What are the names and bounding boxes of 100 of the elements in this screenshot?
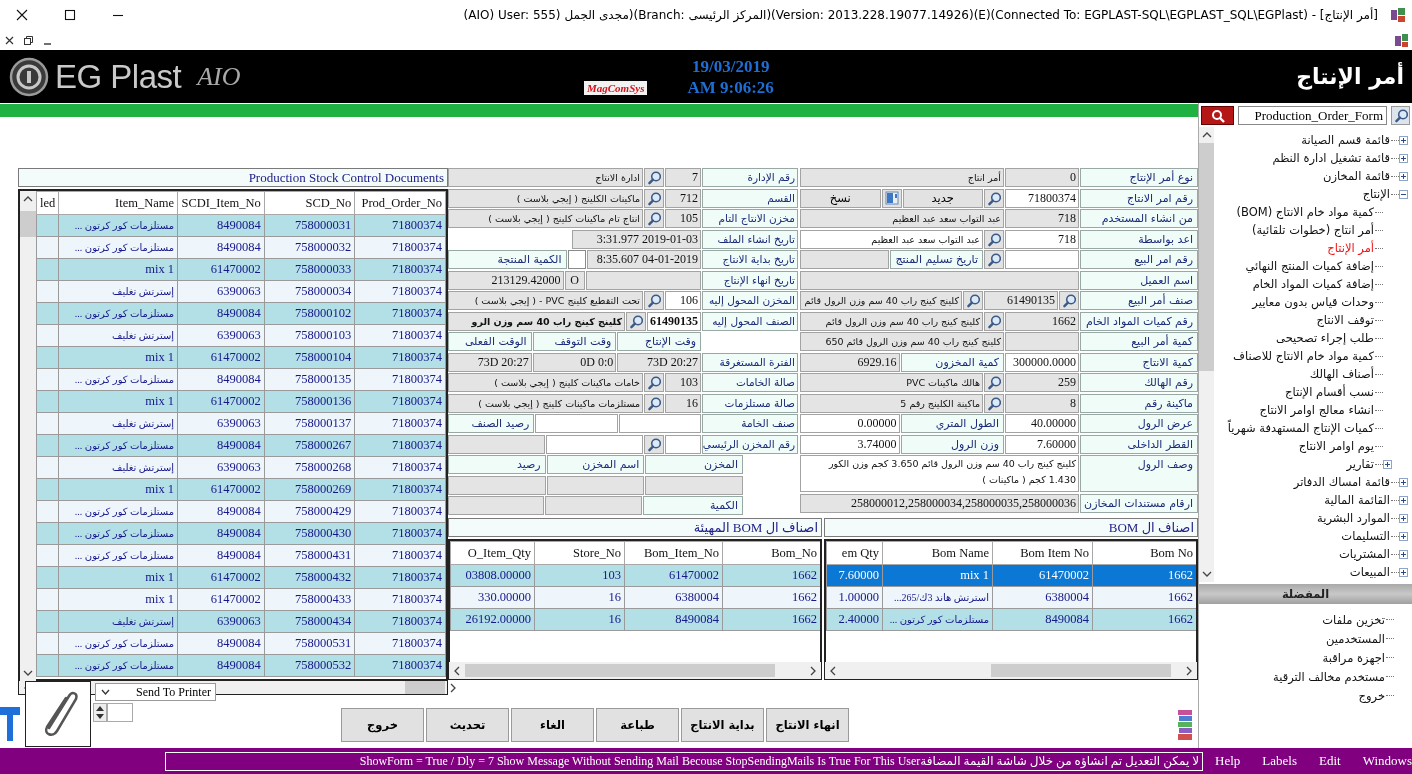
scroll-thumb[interactable]	[20, 211, 36, 237]
column-header[interactable]: O_Item_Qty	[450, 541, 535, 565]
expand-icon[interactable]	[1399, 513, 1408, 523]
scroll-right-icon[interactable]	[1185, 665, 1193, 676]
table-cell[interactable]: 8490084	[624, 608, 723, 631]
attachment-box[interactable]	[25, 681, 91, 747]
search-button[interactable]	[644, 209, 664, 228]
scroll-thumb[interactable]	[1199, 143, 1214, 371]
scroll-thumb[interactable]	[991, 664, 1171, 677]
input-field[interactable]	[618, 414, 701, 433]
scroll-left-icon[interactable]	[453, 665, 461, 676]
expand-icon[interactable]	[1399, 477, 1408, 487]
printer-dropdown[interactable]: Send To Printer	[95, 683, 216, 701]
search-button[interactable]	[1059, 291, 1079, 310]
column-header[interactable]: Item_Name	[58, 191, 178, 215]
search-button[interactable]	[644, 188, 664, 208]
close-icon[interactable]	[5, 35, 14, 45]
tree-item[interactable]: المشتريات	[1339, 547, 1391, 561]
form-button[interactable]: نسخ	[800, 188, 881, 208]
tree-item[interactable]: تقارير	[1346, 457, 1375, 471]
tree-item[interactable]: كمية مواد خام الانتاج للاصناف	[1233, 349, 1375, 363]
table-cell[interactable]: استرتش هاند 3ك/265...	[882, 586, 993, 609]
search-button[interactable]	[644, 291, 664, 310]
search-button[interactable]	[984, 393, 1004, 413]
tree-item[interactable]: أمر الإنتاج	[1327, 241, 1375, 255]
scroll-right-icon[interactable]	[809, 665, 817, 676]
column-header[interactable]: SCDI_Item_No	[177, 191, 265, 215]
search-button[interactable]	[1201, 106, 1234, 125]
scroll-down-icon[interactable]	[1201, 570, 1212, 578]
scroll-left-icon[interactable]	[829, 665, 837, 676]
scroll-up-icon[interactable]	[23, 195, 33, 203]
table-cell[interactable]: 6380004	[624, 586, 723, 609]
input-field[interactable]	[665, 434, 701, 454]
favorite-item[interactable]: اجهزة مراقبة	[1322, 650, 1386, 665]
column-header[interactable]: Bom No	[1092, 541, 1196, 565]
favorite-item[interactable]: المستخدمين	[1326, 631, 1386, 646]
table-cell[interactable]: 2.40000	[826, 608, 883, 631]
scrollbar[interactable]	[824, 662, 1198, 680]
table-cell[interactable]: 1662	[722, 564, 820, 587]
search-button[interactable]	[644, 373, 664, 392]
tree-item[interactable]: كمية مواد خام الانتاج (BOM)	[1236, 205, 1375, 219]
action-button[interactable]: طباعة	[596, 708, 679, 742]
input-field[interactable]	[535, 414, 618, 433]
table-cell[interactable]: 103	[534, 564, 625, 587]
column-header[interactable]: Bom Name	[882, 541, 993, 565]
scroll-right-icon[interactable]	[449, 682, 457, 693]
tree-item[interactable]: انشاء معالج اوامر الانتاج	[1259, 403, 1375, 417]
spin-button[interactable]	[93, 703, 107, 722]
table-cell[interactable]: 61470002	[992, 564, 1093, 587]
favorite-item[interactable]: خروج	[1358, 688, 1386, 703]
action-button[interactable]: بداية الانتاج	[681, 708, 764, 742]
table-cell[interactable]: 03808.00000	[450, 564, 535, 587]
input-field[interactable]: 40.00000	[1005, 414, 1079, 433]
table-cell[interactable]: 7.60000	[826, 564, 883, 587]
tree-item[interactable]: المبيعات	[1349, 565, 1391, 579]
table-cell[interactable]: 1662	[1092, 608, 1196, 631]
expand-icon[interactable]	[1399, 153, 1408, 163]
search-button[interactable]	[984, 188, 1004, 208]
column-header[interactable]: Bom Item No	[992, 541, 1093, 565]
tree-item[interactable]: طلب إجراء تصحيحى	[1276, 331, 1375, 345]
close-icon[interactable]	[16, 9, 28, 21]
tree-item[interactable]: الموارد البشرية	[1317, 511, 1391, 525]
books-icon[interactable]	[1176, 708, 1194, 742]
table-cell[interactable]: 1662	[722, 608, 820, 631]
search-button[interactable]	[644, 434, 664, 454]
search-button[interactable]	[963, 291, 983, 310]
expand-icon[interactable]	[1399, 549, 1408, 559]
tree-item[interactable]: أصناف الهالك	[1309, 367, 1375, 381]
input-field[interactable]	[1005, 250, 1079, 269]
tree-item[interactable]: التسليمات	[1341, 529, 1391, 543]
table-cell[interactable]: 8490084	[992, 608, 1093, 631]
scroll-thumb[interactable]	[465, 664, 775, 677]
input-field[interactable]: 0.00000	[800, 414, 900, 433]
expand-icon[interactable]	[1399, 135, 1408, 145]
table-cell[interactable]: 1.00000	[826, 586, 883, 609]
input-field[interactable]: كلينج كينج راب 40 سم وزن الرول قائم 3.650 كجم وزن الكور 1.430 كجم ( ماكينات )	[800, 455, 1079, 492]
action-button[interactable]: تحديث	[426, 708, 509, 742]
table-cell[interactable]: 1662	[722, 586, 820, 609]
search-button[interactable]	[1391, 106, 1410, 125]
table-cell[interactable]: 330.00000	[450, 586, 535, 609]
tree-item[interactable]: قائمة امساك الدفاتر	[1293, 475, 1391, 489]
search-button[interactable]	[984, 250, 1004, 269]
input-field[interactable]	[107, 703, 133, 722]
expand-icon[interactable]	[1399, 531, 1408, 541]
table-cell[interactable]: 26192.00000	[450, 608, 535, 631]
tree-item[interactable]: أمر انتاج (خطوات تلقائية)	[1251, 223, 1375, 237]
action-button[interactable]: خروج	[341, 708, 424, 742]
expand-icon[interactable]	[1383, 459, 1392, 469]
tree-item[interactable]: القائمة المالية	[1324, 493, 1391, 507]
column-header[interactable]: SCD_No	[264, 191, 355, 215]
favorite-item[interactable]: مستخدم مخالف الترقية	[1273, 669, 1386, 684]
column-header[interactable]: em Qty	[826, 541, 883, 565]
table-cell[interactable]: 1662	[1092, 564, 1196, 587]
action-button[interactable]: انهاء الانتاج	[766, 708, 849, 742]
table-cell[interactable]: mix 1	[882, 564, 993, 587]
form-button[interactable]: جديد	[902, 188, 983, 208]
table-cell[interactable]: مستلزمات كور كرتون ...	[882, 608, 993, 631]
tree-item[interactable]: قائمة المخازن	[1323, 169, 1391, 183]
scroll-up-icon[interactable]	[1201, 131, 1212, 139]
scroll-thumb[interactable]	[405, 681, 445, 694]
